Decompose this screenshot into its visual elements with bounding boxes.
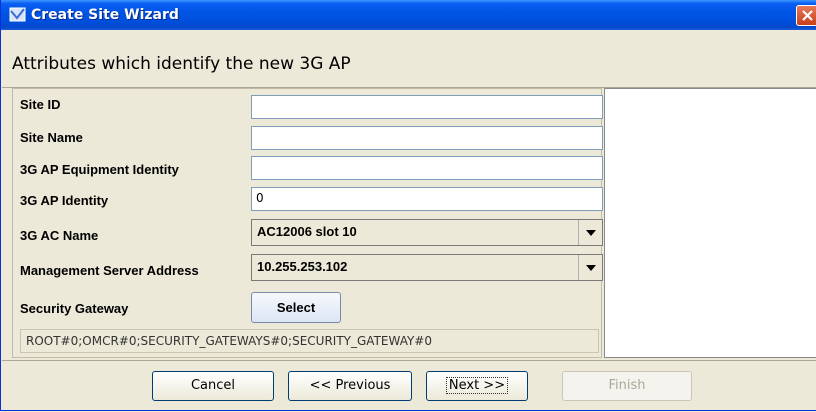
close-icon bbox=[802, 10, 813, 21]
chevron-down-icon bbox=[586, 230, 596, 236]
equipment-identity-label: 3G AP Equipment Identity bbox=[20, 162, 179, 177]
wizard-header: Attributes which identify the new 3G AP bbox=[2, 30, 816, 88]
wizard-app-icon bbox=[9, 7, 26, 22]
previous-button-label: << Previous bbox=[309, 378, 391, 393]
site-id-label: Site ID bbox=[20, 97, 61, 112]
gateway-path-field: ROOT#0;OMCR#0;SECURITY_GATEWAYS#0;SECURI… bbox=[20, 329, 599, 353]
next-button-label: Next >> bbox=[445, 377, 509, 394]
button-bar: Cancel << Previous Next >> Finish bbox=[2, 360, 816, 412]
title-bar[interactable]: Create Site Wizard bbox=[1, 0, 816, 30]
ac-name-label: 3G AC Name bbox=[20, 228, 99, 243]
mgmt-server-dropdown[interactable]: 10.255.253.102 bbox=[251, 254, 603, 281]
security-gateway-label: Security Gateway bbox=[20, 301, 129, 316]
next-button[interactable]: Next >> bbox=[426, 371, 528, 401]
ac-name-dropdown-button[interactable] bbox=[578, 220, 602, 245]
close-button[interactable] bbox=[796, 5, 816, 26]
equipment-identity-field[interactable] bbox=[251, 156, 603, 180]
site-name-field[interactable] bbox=[251, 126, 603, 150]
info-panel bbox=[604, 88, 816, 358]
site-name-label: Site Name bbox=[20, 130, 83, 145]
site-attributes-form: Site ID Site Name 3G AP Equipment Identi… bbox=[12, 88, 603, 358]
ac-name-dropdown[interactable]: AC12006 slot 10 bbox=[251, 219, 603, 246]
finish-button-label: Finish bbox=[608, 378, 646, 393]
ap-identity-label: 3G AP Identity bbox=[20, 193, 109, 208]
select-gateway-button[interactable]: Select bbox=[251, 292, 341, 323]
mgmt-server-dropdown-button[interactable] bbox=[578, 255, 602, 280]
window-title: Create Site Wizard bbox=[31, 7, 179, 23]
previous-button[interactable]: << Previous bbox=[288, 371, 412, 401]
ac-name-selected: AC12006 slot 10 bbox=[257, 224, 357, 239]
chevron-down-icon bbox=[586, 265, 596, 271]
mgmt-server-selected: 10.255.253.102 bbox=[257, 259, 348, 274]
finish-button[interactable]: Finish bbox=[562, 371, 692, 401]
wizard-window: Create Site Wizard Attributes which iden… bbox=[0, 0, 816, 411]
mgmt-server-label: Management Server Address bbox=[20, 263, 199, 278]
ap-identity-field[interactable]: 0 bbox=[251, 187, 603, 211]
cancel-button-label: Cancel bbox=[190, 378, 236, 393]
site-id-field[interactable] bbox=[251, 95, 603, 119]
cancel-button[interactable]: Cancel bbox=[152, 371, 274, 401]
page-heading: Attributes which identify the new 3G AP bbox=[12, 54, 351, 74]
